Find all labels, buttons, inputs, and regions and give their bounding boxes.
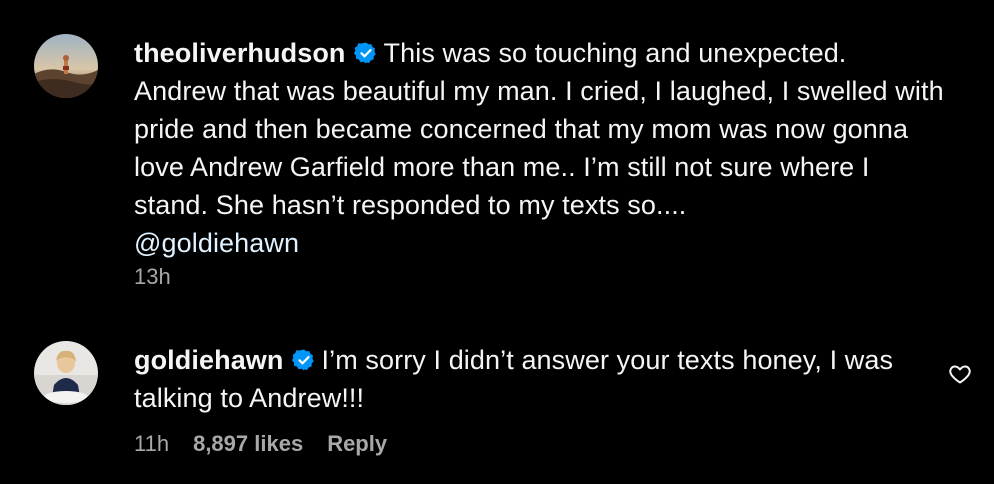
comment-body: theoliverhudson This was so touching and…	[134, 34, 944, 262]
reply-button[interactable]: Reply	[327, 431, 387, 457]
timestamp[interactable]: 11h	[134, 431, 169, 457]
username[interactable]: goldiehawn	[134, 345, 284, 375]
verified-badge-icon	[291, 349, 314, 371]
timestamp[interactable]: 13h	[134, 264, 171, 290]
likes-count[interactable]: 8,897 likes	[193, 431, 303, 457]
avatar-landscape-image	[34, 34, 98, 98]
heart-outline-icon[interactable]	[948, 362, 972, 386]
avatar-portrait-image	[34, 341, 98, 405]
username[interactable]: theoliverhudson	[134, 38, 346, 68]
verified-badge-icon	[353, 42, 376, 64]
avatar[interactable]	[34, 34, 98, 98]
comment-meta: 13h	[134, 264, 171, 290]
comment-meta: 11h 8,897 likes Reply	[134, 431, 387, 457]
comment-body: goldiehawn I’m sorry I didn’t answer you…	[134, 341, 914, 417]
avatar[interactable]	[34, 341, 98, 405]
mention-link[interactable]: @goldiehawn	[134, 228, 299, 258]
